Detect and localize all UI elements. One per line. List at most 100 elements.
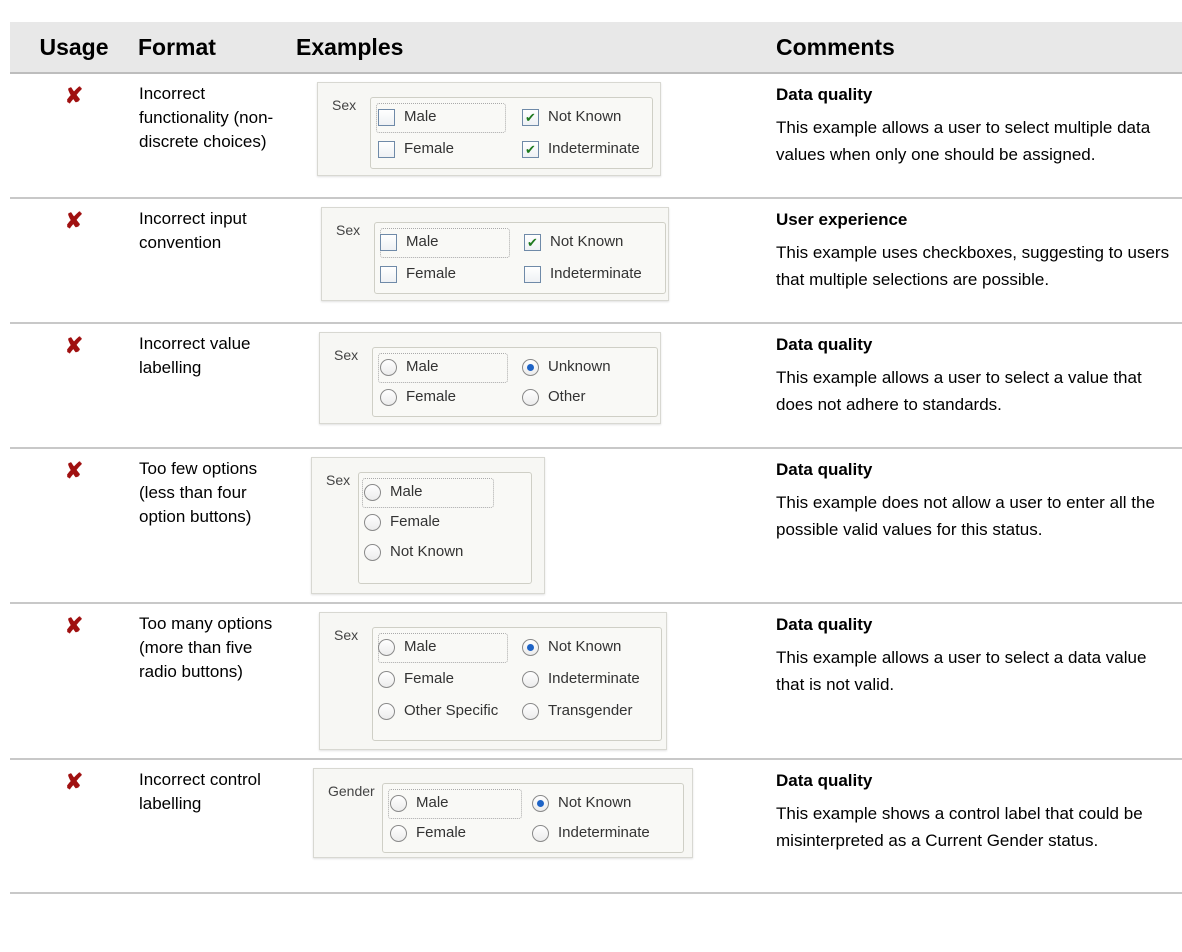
radio-option[interactable]: Other Specific — [378, 699, 498, 723]
checkbox-option[interactable]: Indeterminate — [524, 262, 642, 286]
example-cell: Gender Male Not Known Female Indeterminate — [296, 759, 768, 894]
radio-icon[interactable] — [378, 670, 395, 688]
radio-icon[interactable] — [390, 794, 407, 812]
option-label: Not Known — [558, 794, 632, 811]
radio-option[interactable]: Female — [364, 510, 440, 534]
radio-option[interactable]: Not Known — [522, 635, 621, 659]
radio-selected-icon[interactable] — [522, 638, 539, 656]
checkbox-option[interactable]: Male — [380, 230, 439, 254]
comment-cell: Data quality This example does not allow … — [768, 448, 1182, 604]
radio-icon[interactable] — [364, 543, 381, 561]
cross-icon: ✘ — [64, 458, 84, 483]
radio-icon[interactable] — [380, 388, 397, 406]
radio-selected-icon[interactable] — [522, 358, 539, 376]
radio-option[interactable]: Not Known — [532, 791, 631, 815]
table-row: ✘ Incorrect control labelling Gender Male No… — [10, 759, 1182, 894]
fieldset-legend: Sex — [332, 97, 357, 113]
checkbox-option[interactable]: ✔ Not Known — [524, 230, 623, 254]
usage-cell: ✘ — [10, 603, 138, 760]
radio-option[interactable]: Indeterminate — [522, 667, 640, 691]
checkbox-option[interactable]: Female — [378, 137, 454, 161]
example-cell: Sex Male Unknown Female Other — [296, 323, 768, 449]
option-label: Other — [548, 388, 586, 405]
radio-option[interactable]: Unknown — [522, 355, 611, 379]
cross-icon: ✘ — [64, 83, 84, 108]
comment-body: This example allows a user to select a d… — [776, 648, 1147, 694]
option-label: Female — [406, 265, 457, 282]
checkbox-checked-icon[interactable]: ✔ — [522, 140, 539, 158]
example-form-panel: Sex Male ✔ Not Known Female Indeterminate — [321, 207, 669, 301]
option-label: Female — [416, 824, 467, 841]
option-label: Not Known — [550, 233, 624, 250]
radio-icon[interactable] — [378, 702, 395, 720]
fieldset-legend: Sex — [334, 627, 359, 643]
radio-icon[interactable] — [364, 483, 381, 501]
usage-cell: ✘ — [10, 759, 138, 894]
example-cell: Sex Male Female Not Known — [296, 448, 768, 604]
checkbox-option[interactable]: ✔ Not Known — [522, 105, 621, 129]
radio-option[interactable]: Transgender — [522, 699, 633, 723]
radio-selected-icon[interactable] — [532, 794, 549, 812]
usage-cell: ✘ — [10, 323, 138, 449]
checkbox-icon[interactable] — [378, 140, 395, 158]
checkbox-checked-icon[interactable]: ✔ — [522, 108, 539, 126]
radio-option[interactable]: Male — [390, 791, 449, 815]
radio-option[interactable]: Female — [378, 667, 454, 691]
table-row: ✘ Incorrect functionality (non-discrete c… — [10, 73, 1182, 199]
checkbox-icon[interactable] — [378, 108, 395, 126]
option-label: Female — [390, 513, 441, 530]
checkbox-option[interactable]: Female — [380, 262, 456, 286]
radio-icon[interactable] — [378, 638, 395, 656]
option-label: Indeterminate — [548, 140, 640, 157]
radio-option[interactable]: Female — [390, 821, 466, 845]
checkbox-icon[interactable] — [380, 233, 397, 251]
header-usage: Usage — [10, 22, 138, 74]
usage-cell: ✘ — [10, 448, 138, 604]
comment-cell: User experience This example uses checkbo… — [768, 198, 1182, 324]
option-label: Indeterminate — [550, 265, 642, 282]
radio-option[interactable]: Other — [522, 385, 586, 409]
comment-body: This example allows a user to select mul… — [776, 118, 1151, 164]
option-label: Male — [406, 358, 439, 375]
example-cell: Sex Male ✔ Not Known Female Indeterminate — [296, 198, 768, 324]
option-label: Not Known — [390, 543, 464, 560]
checkbox-icon[interactable] — [524, 265, 541, 283]
radio-option[interactable]: Female — [380, 385, 456, 409]
option-label: Male — [404, 108, 437, 125]
comment-cell: Data quality This example shows a control… — [768, 759, 1182, 894]
option-label: Female — [404, 670, 455, 687]
option-label: Unknown — [548, 358, 611, 375]
radio-icon[interactable] — [364, 513, 381, 531]
checkbox-option[interactable]: Male — [378, 105, 437, 129]
radio-icon[interactable] — [522, 702, 539, 720]
radio-option[interactable]: Male — [364, 480, 423, 504]
option-label: Male — [390, 483, 423, 500]
checkbox-checked-icon[interactable]: ✔ — [524, 233, 541, 251]
radio-icon[interactable] — [380, 358, 397, 376]
option-label: Other Specific — [404, 702, 499, 719]
radio-icon[interactable] — [522, 388, 539, 406]
table-header-row: Usage Format Examples Comments — [10, 22, 1182, 74]
checkbox-icon[interactable] — [380, 265, 397, 283]
radio-option[interactable]: Male — [380, 355, 439, 379]
comment-body: This example allows a user to select a v… — [776, 368, 1142, 414]
radio-icon[interactable] — [522, 670, 539, 688]
comment-cell: Data quality This example allows a user t… — [768, 73, 1182, 199]
radio-icon[interactable] — [390, 824, 407, 842]
option-label: Male — [416, 794, 449, 811]
radio-icon[interactable] — [532, 824, 549, 842]
example-form-panel: Sex Male ✔ Not Known Female ✔ Indeterminate — [317, 82, 661, 176]
example-form-panel: Sex Male Unknown Female Other — [319, 332, 661, 424]
radio-option[interactable]: Male — [378, 635, 437, 659]
fieldset-legend: Gender — [328, 783, 375, 799]
checkbox-option[interactable]: ✔ Indeterminate — [522, 137, 640, 161]
option-label: Indeterminate — [548, 670, 640, 687]
header-examples: Examples — [296, 22, 768, 74]
table-row: ✘ Incorrect value labelling Sex Male Unknown… — [10, 323, 1182, 449]
comment-title: Data quality — [776, 335, 873, 354]
example-form-panel: Sex Male Not Known Female Indeterminate Other… — [319, 612, 667, 750]
radio-option[interactable]: Indeterminate — [532, 821, 650, 845]
example-cell: Sex Male Not Known Female Indeterminate Other… — [296, 603, 768, 760]
radio-option[interactable]: Not Known — [364, 540, 463, 564]
option-label: Not Known — [548, 638, 622, 655]
